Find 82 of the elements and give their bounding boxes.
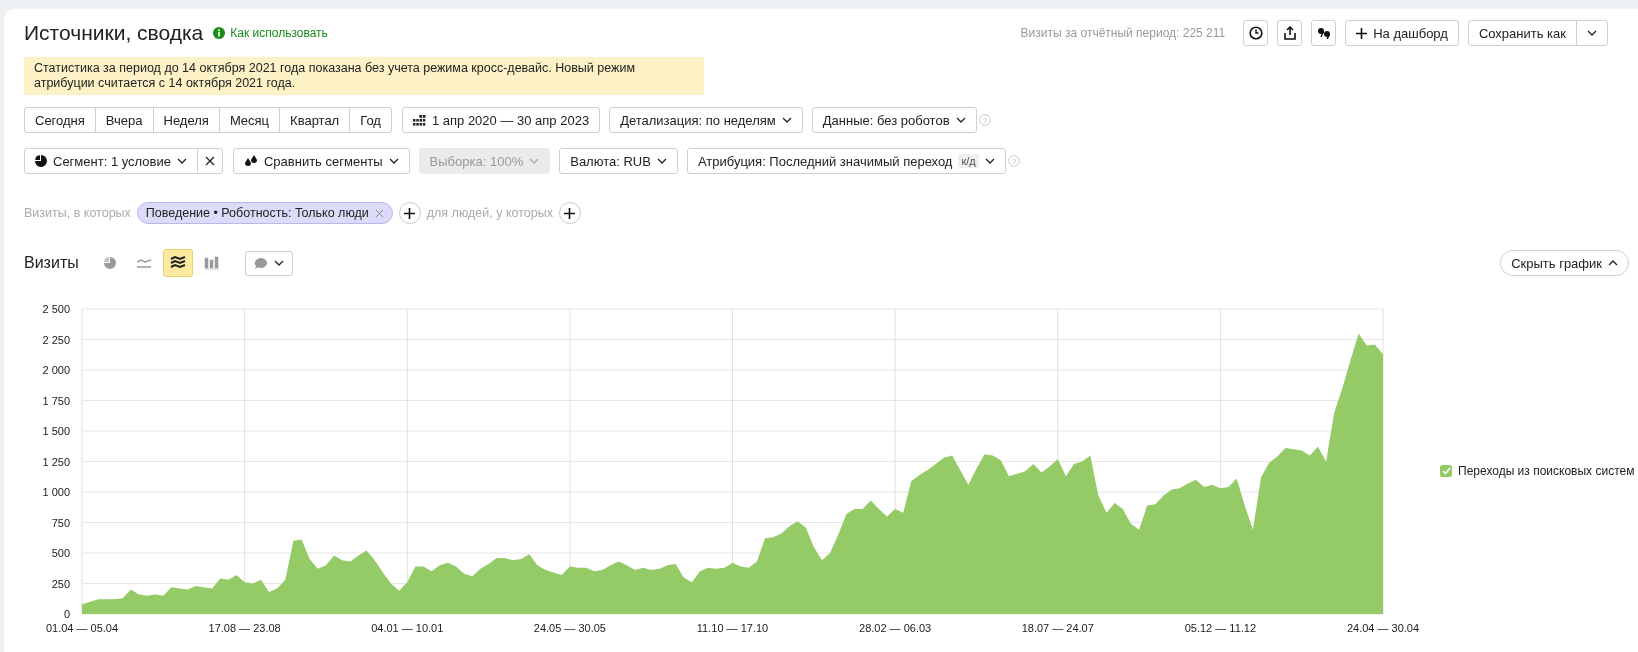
caret-icon [955,117,966,123]
y-axis-label: 1 500 [42,425,70,437]
x-axis-label: 18.07 — 24.07 [1021,622,1094,634]
add-condition-button[interactable] [558,202,581,224]
currency-dropdown[interactable]: Валюта: RUB [559,148,678,174]
x-axis-label: 11.10 — 17.10 [696,622,769,634]
x-axis-label: 24.04 — 30.04 [1346,622,1420,634]
y-axis-label: 500 [51,547,70,559]
chart-type-tab[interactable] [162,249,193,277]
x-axis-label: 24.05 — 30.05 [533,622,606,634]
filter-prefix: Визиты, в которых [24,206,131,220]
filter-chip[interactable]: Поведение • Роботность: Только люди [136,202,393,224]
save-options-button[interactable] [1576,20,1608,46]
period-tab[interactable]: Год [349,107,392,133]
pie-chart-icon [102,256,117,270]
caret-icon [1608,260,1618,266]
help-link[interactable]: Как использовать [213,26,328,40]
quote-button[interactable] [1311,20,1337,46]
y-axis-label: 2 500 [42,303,70,315]
caret-icon [984,158,995,164]
area-chart-icon [169,256,186,270]
close-icon [204,156,215,166]
caret-icon [1587,30,1597,36]
caret-icon [656,158,667,164]
clock-icon [1248,26,1263,40]
notice-banner: Статистика за период до 14 октября 2021 года показана без учета режима кросс-девайс. Новый режим атрибуции считается с 14 октября 2021 года. [24,57,704,95]
visits-total: Визиты за отчётный период: 225 211 [1020,26,1226,40]
cross-device-badge: к/д [958,154,979,168]
caret-icon [273,260,284,266]
period-tab[interactable]: Неделя [152,107,220,133]
add-condition-button[interactable] [398,202,421,224]
clear-segment-button[interactable] [196,148,223,174]
attribution-dropdown[interactable]: Атрибуция: Последний значимый переход к/д [686,148,1006,174]
chart-title: Визиты [24,254,79,272]
share-icon [1283,26,1296,40]
line-chart-icon [135,258,152,268]
data-dropdown[interactable]: Данные: без роботов [811,107,977,133]
period-tab[interactable]: Сегодня [24,107,96,133]
x-axis-label: 04.01 — 10.01 [371,622,444,634]
y-axis-label: 1 000 [42,486,70,498]
speech-bubble-icon [253,256,268,270]
history-button[interactable] [1243,20,1269,46]
detail-dropdown[interactable]: Детализация: по неделям [609,107,803,133]
x-axis-label: 05.12 — 11.12 [1184,622,1257,634]
caret-icon [176,158,187,164]
y-axis-label: 2 250 [42,333,70,346]
pie-icon [35,155,47,167]
filter-suffix: для людей, у которых [426,206,553,220]
add-to-dashboard-button[interactable]: На дашборд [1345,20,1459,46]
x-axis-label: 01.04 — 05.04 [45,622,119,634]
y-axis-label: 1 250 [42,455,70,468]
close-icon[interactable] [374,208,384,218]
annotations-dropdown[interactable] [244,250,293,276]
compare-segments-dropdown[interactable]: Сравнить сегменты [232,148,410,174]
quote-icon [1316,27,1331,39]
calendar-grid-icon [412,114,426,126]
date-range-button[interactable]: 1 апр 2020 — 30 апр 2023 [401,107,601,133]
segment-dropdown[interactable]: Сегмент: 1 условие [24,148,198,174]
export-button[interactable] [1277,20,1303,46]
x-axis-label: 17.08 — 23.08 [208,622,281,634]
caret-icon [781,117,792,123]
hide-chart-button[interactable]: Скрыть график [1500,250,1629,276]
info-icon [213,27,226,39]
plus-icon [564,207,576,219]
caret-icon [529,158,540,164]
y-axis-label: 2 000 [42,364,70,376]
checkbox[interactable] [1440,465,1452,477]
y-axis-label: 250 [51,577,70,590]
period-tab[interactable]: Квартал [279,107,351,133]
drops-icon [243,155,258,167]
save-as-button[interactable]: Сохранить как [1467,20,1577,46]
period-tab[interactable]: Вчера [94,107,154,133]
plus-icon [1356,27,1368,39]
y-axis-label: 1 750 [42,394,70,407]
plus-icon [404,207,416,219]
period-tab[interactable]: Месяц [218,107,281,133]
caret-icon [388,158,399,164]
y-axis-label: 0 [63,608,70,620]
x-axis-label: 28.02 — 06.03 [859,622,932,634]
page-title: Источники, сводка [24,21,204,45]
bar-chart-icon [203,256,220,270]
y-axis-label: 750 [51,516,70,529]
